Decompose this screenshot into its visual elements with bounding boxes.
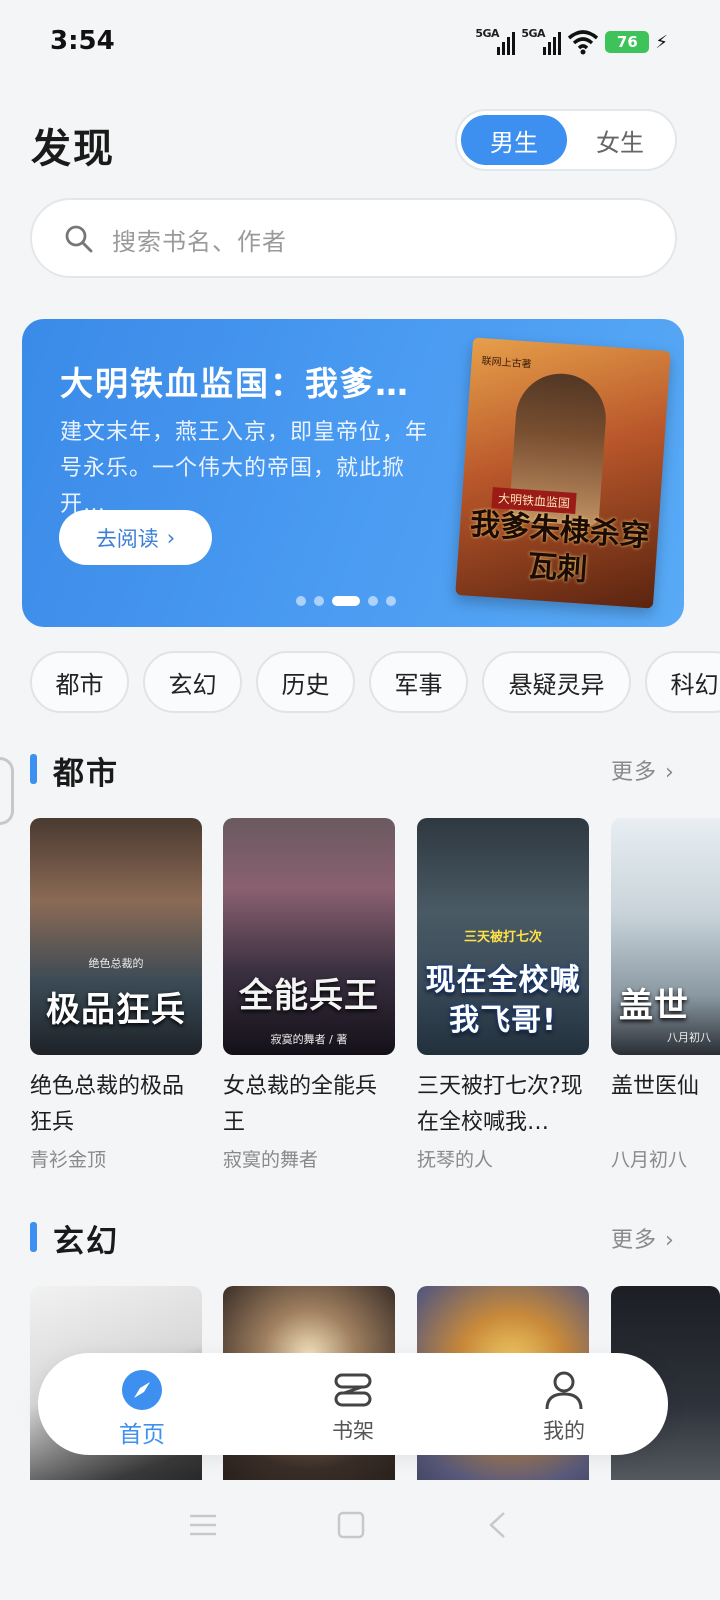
category-chip-dushi[interactable]: 都市 bbox=[30, 651, 129, 713]
section-accent-bar bbox=[30, 1222, 37, 1252]
page-title: 发现 bbox=[31, 126, 115, 172]
cover-subtitle: 绝色总裁的 bbox=[88, 957, 144, 970]
search-input[interactable]: 搜索书名、作者 bbox=[30, 198, 677, 278]
book-title: 盖世医仙 bbox=[611, 1074, 700, 1099]
gender-male-tab[interactable]: 男生 bbox=[461, 115, 567, 165]
category-chip-kehuan[interactable]: 科幻 bbox=[645, 651, 720, 713]
category-chip-junshi[interactable]: 军事 bbox=[369, 651, 468, 713]
pagination-dot-active bbox=[332, 596, 360, 606]
category-chip-lishi[interactable]: 历史 bbox=[256, 651, 355, 713]
nav-item-home[interactable]: 首页 bbox=[82, 1365, 202, 1448]
nav-label: 我的 bbox=[543, 1419, 585, 1443]
banner-description: 建文末年，燕王入京，即皇帝位，年号永乐。一个伟大的帝国，就此掀开… bbox=[60, 420, 429, 517]
book-author: 青衫金顶 bbox=[30, 1149, 107, 1171]
book-cover: 三天被打七次 现在全校喊我飞哥! bbox=[417, 818, 589, 1055]
signal-icon: 5GA bbox=[521, 27, 562, 55]
book-author: 抚琴的人 bbox=[417, 1149, 494, 1171]
book-author: 寂寞的舞者 bbox=[223, 1149, 319, 1171]
cover-title: 盖世 bbox=[619, 986, 689, 1026]
read-now-label: 去阅读 bbox=[95, 526, 159, 551]
network-type-label: 5GA bbox=[521, 27, 546, 40]
cover-title: 现在全校喊我飞哥! bbox=[425, 963, 581, 1038]
book-title: 绝色总裁的极品狂兵 bbox=[30, 1074, 185, 1135]
more-link[interactable]: 更多 › bbox=[611, 1222, 675, 1254]
book-title: 女总裁的全能兵王 bbox=[223, 1074, 378, 1135]
pagination-dot bbox=[368, 596, 378, 606]
book-cover: 全能兵王 寂寞的舞者 / 著 bbox=[223, 818, 395, 1055]
book-card[interactable]: 绝色总裁的 极品狂兵 绝色总裁的极品狂兵 青衫金顶 bbox=[30, 818, 202, 1172]
network-type-label: 5GA bbox=[475, 27, 500, 40]
book-cover: 盖世 八月初八 bbox=[611, 818, 720, 1055]
nav-item-bookshelf[interactable]: 书架 bbox=[293, 1365, 413, 1445]
bottom-navigation: 首页 书架 我的 bbox=[38, 1353, 668, 1455]
pagination-dot bbox=[386, 596, 396, 606]
book-card[interactable]: 盖世 八月初八 盖世医仙 八月初八 bbox=[611, 818, 720, 1172]
category-chips: 都市 玄幻 历史 军事 悬疑灵异 科幻 bbox=[30, 651, 720, 713]
bookshelf-icon bbox=[334, 1373, 372, 1407]
gender-female-tab[interactable]: 女生 bbox=[567, 115, 673, 165]
pagination-dot bbox=[314, 596, 324, 606]
person-icon bbox=[545, 1371, 583, 1410]
battery-indicator: 76 bbox=[605, 31, 650, 53]
side-drawer-handle[interactable] bbox=[0, 757, 14, 825]
charging-icon: ⚡ bbox=[655, 31, 668, 53]
more-link[interactable]: 更多 › bbox=[611, 754, 675, 786]
status-time: 3:54 bbox=[50, 26, 115, 56]
search-placeholder: 搜索书名、作者 bbox=[112, 228, 287, 256]
back-icon[interactable] bbox=[486, 1510, 508, 1540]
menu-icon[interactable] bbox=[188, 1512, 218, 1538]
banner-pagination bbox=[296, 596, 396, 606]
nav-label: 首页 bbox=[119, 1422, 165, 1448]
section-accent-bar bbox=[30, 754, 37, 784]
status-icons: 5GA 5GA 76 ⚡ bbox=[475, 26, 668, 58]
nav-label: 书架 bbox=[332, 1419, 374, 1443]
cover-title: 全能兵王 bbox=[239, 976, 379, 1016]
book-cover: 绝色总裁的 极品狂兵 bbox=[30, 818, 202, 1055]
wifi-icon bbox=[568, 30, 599, 55]
book-card[interactable]: 三天被打七次 现在全校喊我飞哥! 三天被打七次?现在全校喊我… 抚琴的人 bbox=[417, 818, 589, 1172]
read-now-button[interactable]: 去阅读 › bbox=[59, 510, 212, 565]
gender-toggle: 男生 女生 bbox=[455, 109, 677, 171]
nav-item-profile[interactable]: 我的 bbox=[504, 1365, 624, 1445]
cover-title: 我爹朱棣杀穿瓦刺 bbox=[468, 506, 651, 588]
system-navigation-bar bbox=[0, 1480, 720, 1600]
compass-icon bbox=[122, 1370, 162, 1410]
chevron-right-icon: › bbox=[166, 525, 176, 550]
search-icon bbox=[65, 225, 93, 253]
book-author: 八月初八 bbox=[611, 1149, 688, 1171]
banner-title: 大明铁血监国：我爹… bbox=[60, 364, 410, 403]
cover-title: 极品狂兵 bbox=[46, 990, 186, 1030]
cover-subtitle: 三天被打七次 bbox=[463, 930, 542, 945]
cover-author: 八月初八 bbox=[667, 1031, 711, 1044]
featured-banner[interactable]: 大明铁血监国：我爹… 建文末年，燕王入京，即皇帝位，年号永乐。一个伟大的帝国，就… bbox=[22, 319, 684, 627]
book-card[interactable]: 全能兵王 寂寞的舞者 / 著 女总裁的全能兵王 寂寞的舞者 bbox=[223, 818, 395, 1172]
home-square-icon[interactable] bbox=[337, 1511, 365, 1539]
status-bar: 3:54 5GA 5GA 76 ⚡ bbox=[0, 0, 720, 88]
pagination-dot bbox=[296, 596, 306, 606]
banner-book-cover[interactable]: 联网上古著 大明铁血监国 我爹朱棣杀穿瓦刺 bbox=[455, 337, 671, 609]
category-chip-xuanyi[interactable]: 悬疑灵异 bbox=[482, 651, 631, 713]
book-title: 三天被打七次?现在全校喊我… bbox=[417, 1074, 583, 1135]
section-title: 都市 bbox=[53, 756, 119, 792]
section-title: 玄幻 bbox=[53, 1224, 119, 1260]
cover-author: 寂寞的舞者 / 著 bbox=[270, 1033, 348, 1046]
cover-author: 联网上古著 bbox=[481, 356, 532, 371]
category-chip-xuanhuan[interactable]: 玄幻 bbox=[143, 651, 242, 713]
signal-icon: 5GA bbox=[475, 27, 516, 55]
